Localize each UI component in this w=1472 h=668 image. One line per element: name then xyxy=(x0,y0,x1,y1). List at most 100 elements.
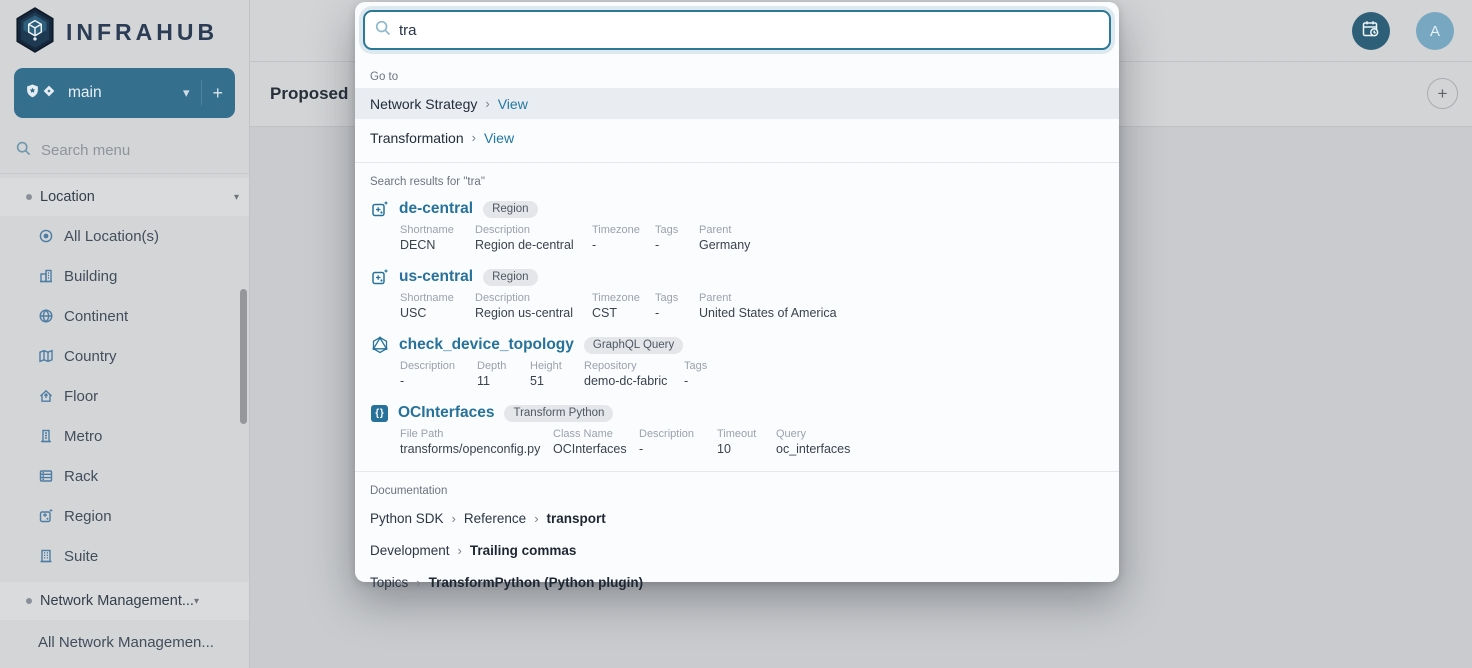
sidebar-item-building[interactable]: Building xyxy=(0,256,249,296)
doc-row-transport[interactable]: Python SDK › Reference › transport xyxy=(355,502,1119,534)
sidebar-item-country[interactable]: Country xyxy=(0,336,249,376)
attr-label: Shortname xyxy=(400,224,463,236)
attr-value: OCInterfaces xyxy=(553,442,627,456)
chevron-right-icon: › xyxy=(485,96,489,111)
view-link[interactable]: View xyxy=(484,130,514,146)
avatar[interactable]: A xyxy=(1416,12,1454,50)
attr-value: Region de-central xyxy=(475,238,580,252)
suite-building-icon xyxy=(38,548,54,564)
attr-label: Timeout xyxy=(717,428,764,440)
sidebar-item-metro[interactable]: Metro xyxy=(0,416,249,456)
view-link[interactable]: View xyxy=(498,96,528,112)
attr-value: - xyxy=(655,238,687,252)
goto-path: Transformation xyxy=(370,130,464,146)
attr-label: Query xyxy=(776,428,850,440)
kind-badge: Transform Python xyxy=(504,405,613,422)
avatar-initial: A xyxy=(1430,23,1440,40)
add-proposed-change-button[interactable]: + xyxy=(1427,78,1458,109)
app-logo[interactable]: INFRAHUB xyxy=(0,0,249,62)
schedule-button[interactable] xyxy=(1352,12,1390,50)
attr-label: Class Name xyxy=(553,428,627,440)
search-result-us-central[interactable]: us-central Region ShortnameUSC Descripti… xyxy=(355,261,1119,329)
chevron-right-icon: › xyxy=(416,575,420,590)
attr-label: Description xyxy=(639,428,705,440)
search-result-de-central[interactable]: de-central Region Shortname DECN Descript… xyxy=(355,193,1119,261)
attr-value: Region us-central xyxy=(475,306,580,320)
chevron-right-icon: › xyxy=(534,511,538,526)
sidebar-item-rack[interactable]: Rack xyxy=(0,456,249,496)
doc-crumb: Python SDK xyxy=(370,511,444,526)
attr-value: 51 xyxy=(530,374,572,388)
attr-value: - xyxy=(400,374,465,388)
menu-search[interactable] xyxy=(0,128,249,174)
attr-value: oc_interfaces xyxy=(776,442,850,456)
infrahub-hexagon-logo-icon xyxy=(14,7,56,58)
sidebar-item-label: Metro xyxy=(64,428,102,445)
sidebar-item-floor[interactable]: Floor xyxy=(0,376,249,416)
result-title: de-central xyxy=(399,200,473,218)
attr-label: Shortname xyxy=(400,292,463,304)
doc-row-trailing-commas[interactable]: Development › Trailing commas xyxy=(355,534,1119,566)
sidebar-item-label: Floor xyxy=(64,388,98,405)
sidebar-item-label: Rack xyxy=(64,468,98,485)
sidebar-section-location[interactable]: Location ▾ xyxy=(0,178,249,216)
sidebar-scrollbar-thumb[interactable] xyxy=(240,289,247,424)
kind-badge: GraphQL Query xyxy=(584,337,683,354)
sidebar-item-label: Continent xyxy=(64,308,128,325)
map-icon xyxy=(38,348,54,364)
add-branch-button[interactable]: + xyxy=(212,83,223,104)
sidebar-item-all-locations[interactable]: All Location(s) xyxy=(0,216,249,256)
attr-label: Description xyxy=(475,224,580,236)
sidebar-item-all-network-management[interactable]: All Network Managemen... xyxy=(0,620,249,664)
sidebar-item-label: Suite xyxy=(64,548,98,565)
doc-crumb-current: TransformPython (Python plugin) xyxy=(429,575,644,590)
sidebar-item-suite[interactable]: Suite xyxy=(0,536,249,576)
attr-value: United States of America xyxy=(699,306,837,320)
sidebar-item-label: Building xyxy=(64,268,117,285)
attr-value: USC xyxy=(400,306,463,320)
attr-label: Timezone xyxy=(592,224,643,236)
global-search-input[interactable] xyxy=(399,22,1099,39)
attr-label: Repository xyxy=(584,360,672,372)
result-title: check_device_topology xyxy=(399,336,574,354)
branch-selector[interactable]: main ▾ + xyxy=(14,68,235,118)
search-icon xyxy=(375,20,391,41)
doc-row-transformpython[interactable]: Topics › TransformPython (Python plugin) xyxy=(355,566,1119,598)
location-pin-icon xyxy=(38,228,54,244)
goto-row-network-strategy[interactable]: Network Strategy › View xyxy=(355,88,1119,119)
doc-crumb-current: transport xyxy=(547,511,606,526)
attr-value: - xyxy=(684,374,707,388)
search-result-check-device-topology[interactable]: check_device_topology GraphQL Query Desc… xyxy=(355,329,1119,397)
region-sparkle-icon xyxy=(38,508,54,524)
chevron-down-icon[interactable]: ▾ xyxy=(183,85,190,101)
kind-badge: Region xyxy=(483,201,537,218)
attr-value: demo-dc-fabric xyxy=(584,374,672,388)
search-result-ocinterfaces[interactable]: { } OCInterfaces Transform Python File P… xyxy=(355,397,1119,465)
sidebar-section-network-management[interactable]: Network Management... ▾ xyxy=(0,582,249,620)
sidebar-item-label: All Network Managemen... xyxy=(38,634,214,651)
attr-value: DECN xyxy=(400,238,463,252)
menu-search-input[interactable] xyxy=(41,142,221,159)
attr-value: Germany xyxy=(699,238,750,252)
search-modal: Go to Network Strategy › View Transforma… xyxy=(355,2,1119,582)
sidebar: INFRAHUB main ▾ + xyxy=(0,0,250,668)
search-icon xyxy=(16,141,31,161)
sidebar-item-label: All Location(s) xyxy=(64,228,159,245)
goto-row-transformation[interactable]: Transformation › View xyxy=(355,122,1119,153)
rack-icon xyxy=(38,468,54,484)
sidebar-item-continent[interactable]: Continent xyxy=(0,296,249,336)
sidebar-item-region[interactable]: Region xyxy=(0,496,249,536)
kind-badge: Region xyxy=(483,269,537,286)
divider xyxy=(201,80,202,106)
chevron-right-icon: › xyxy=(458,543,462,558)
goto-path: Network Strategy xyxy=(370,96,477,112)
section-dot-icon xyxy=(26,598,32,604)
sidebar-item-label: Country xyxy=(64,348,117,365)
attr-value: - xyxy=(639,442,705,456)
doc-crumb: Reference xyxy=(464,511,526,526)
attr-value: CST xyxy=(592,306,643,320)
global-search-field[interactable] xyxy=(363,10,1111,50)
region-object-icon xyxy=(371,268,389,286)
triangle-down-icon: ▾ xyxy=(234,192,239,203)
attr-label: Parent xyxy=(699,224,750,236)
